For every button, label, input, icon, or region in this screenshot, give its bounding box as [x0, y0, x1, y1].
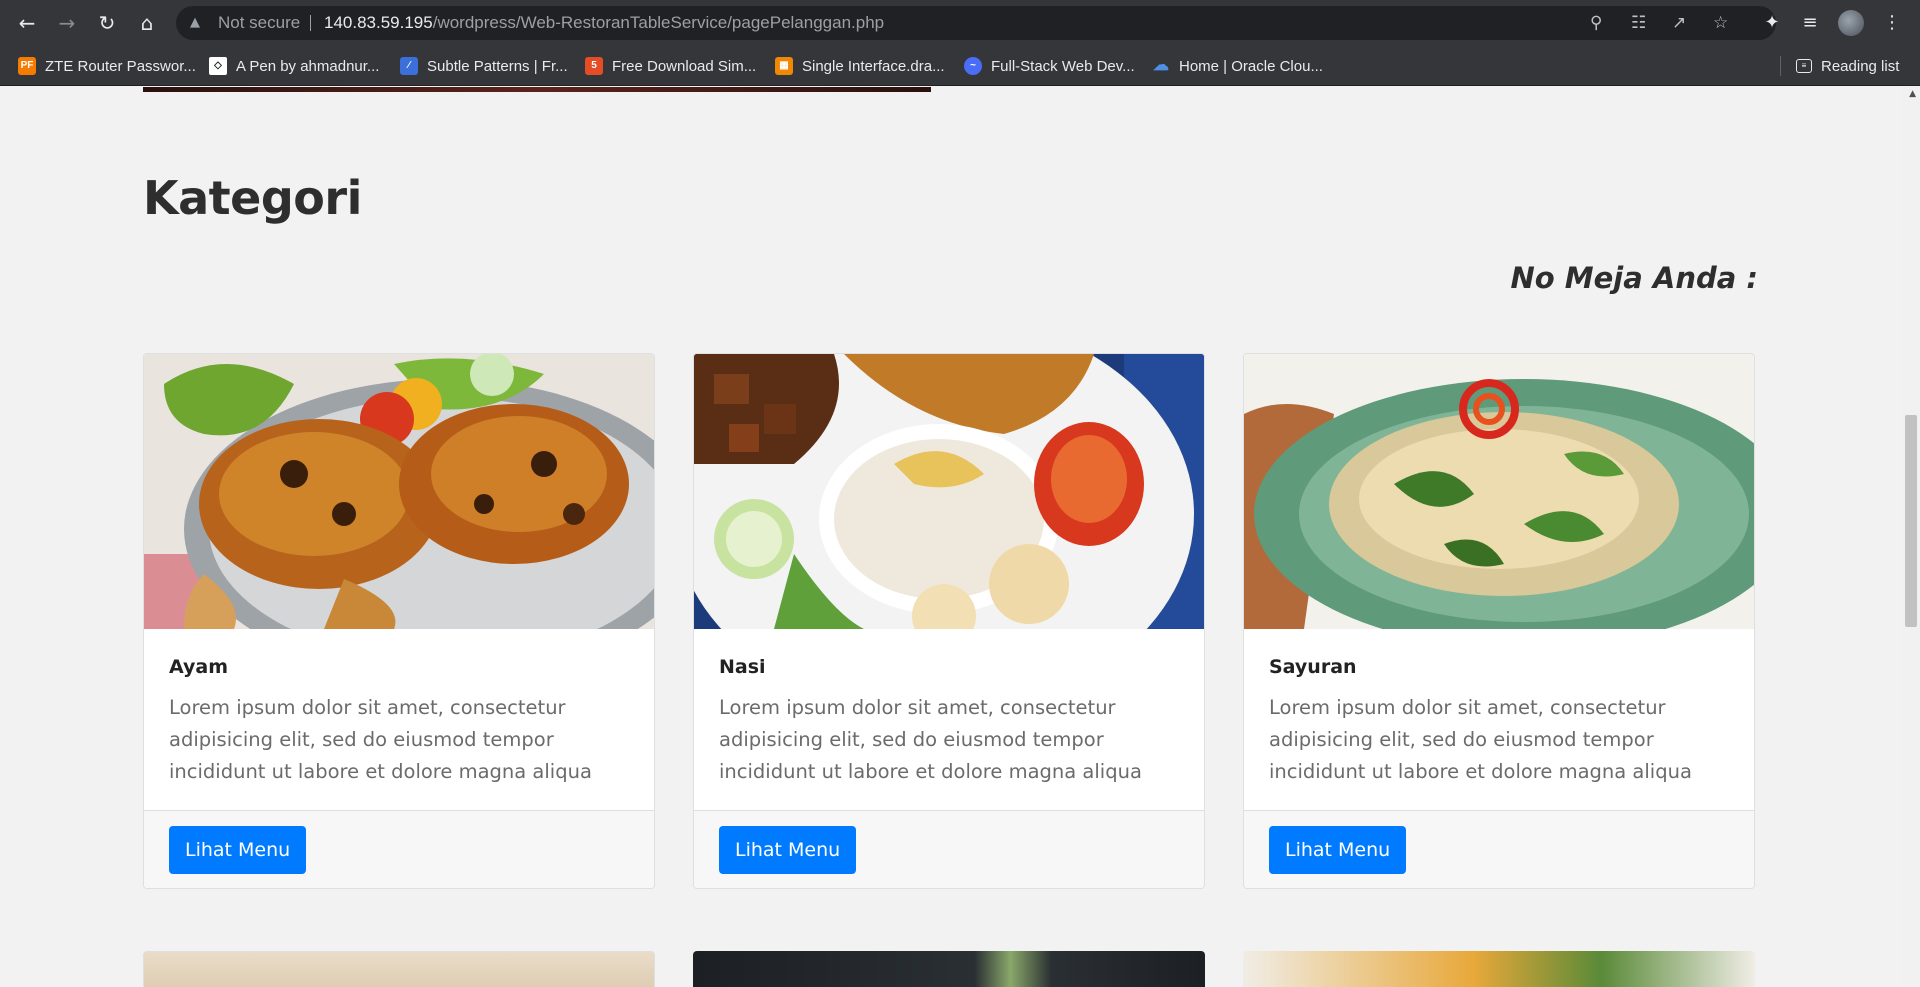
rice-dish-image: [694, 354, 1204, 629]
media-control-icon[interactable]: ≡: [1796, 9, 1824, 37]
card-title: Sayuran: [1269, 656, 1357, 678]
share-icon[interactable]: ↗: [1672, 6, 1686, 40]
profile-avatar[interactable]: [1838, 10, 1864, 36]
card-footer: Lihat Menu: [1244, 810, 1754, 888]
bookmarks-divider: [1780, 56, 1781, 76]
reading-list-label: Reading list: [1821, 57, 1900, 75]
forward-icon[interactable]: →: [53, 9, 81, 37]
bookmark-item[interactable]: ~ Full-Stack Web Dev...: [964, 46, 1135, 86]
extensions-icon[interactable]: ✦: [1758, 9, 1786, 37]
translate-icon[interactable]: ☷: [1631, 6, 1646, 40]
address-divider: [310, 15, 311, 31]
vegetable-salad-image: [1244, 354, 1754, 629]
bookmark-label: ZTE Router Passwor...: [45, 57, 196, 75]
cloud-icon: ☁: [1153, 57, 1169, 74]
subtle-patterns-icon: ∕: [400, 57, 418, 75]
category-card-partial: [143, 951, 655, 987]
reading-list-button[interactable]: ≡ Reading list: [1796, 46, 1899, 86]
card-description: Lorem ipsum dolor sit amet, consectetur …: [169, 696, 592, 783]
browser-toolbar: ← → ↻ ⌂ ▲ Not secure 140.83.59.195/wordp…: [0, 0, 1920, 46]
reading-list-icon: ≡: [1796, 59, 1812, 73]
scroll-up-icon[interactable]: ▲: [1909, 89, 1916, 99]
category-card-ayam: Ayam Lorem ipsum dolor sit amet, consect…: [143, 353, 655, 889]
category-card-nasi: Nasi Lorem ipsum dolor sit amet, consect…: [693, 353, 1205, 889]
grilled-chicken-image: [144, 354, 654, 629]
category-card-sayuran: Sayuran Lorem ipsum dolor sit amet, cons…: [1243, 353, 1755, 889]
bookmarks-bar: PF ZTE Router Passwor... ◇ A Pen by ahma…: [0, 46, 1920, 86]
bookmark-item[interactable]: ∕ Subtle Patterns | Fr...: [400, 46, 568, 86]
category-card-partial: [1243, 951, 1755, 987]
more-menu-icon[interactable]: ⋮: [1878, 9, 1906, 37]
card-title: Nasi: [719, 656, 766, 678]
warning-icon[interactable]: ▲: [190, 6, 200, 40]
bookmark-star-icon[interactable]: ☆: [1713, 6, 1728, 40]
lihat-menu-button[interactable]: Lihat Menu: [719, 826, 857, 874]
bookmark-label: Full-Stack Web Dev...: [991, 57, 1135, 75]
hero-image-bottom: [143, 87, 931, 92]
lihat-menu-button[interactable]: Lihat Menu: [169, 826, 307, 874]
card-footer: Lihat Menu: [144, 810, 654, 888]
scrollbar-thumb[interactable]: [1905, 415, 1917, 627]
card-description: Lorem ipsum dolor sit amet, consectetur …: [1269, 696, 1692, 783]
lihat-menu-button[interactable]: Lihat Menu: [1269, 826, 1407, 874]
codepen-icon: ◇: [209, 57, 227, 75]
url-host: 140.83.59.195: [324, 13, 433, 32]
fullstack-icon: ~: [964, 57, 982, 75]
card-footer: Lihat Menu: [694, 810, 1204, 888]
security-status[interactable]: Not secure: [218, 6, 300, 40]
home-icon[interactable]: ⌂: [133, 9, 161, 37]
bookmark-item[interactable]: ◇ A Pen by ahmadnur...: [209, 46, 379, 86]
table-number-label: No Meja Anda :: [1510, 261, 1758, 295]
url-path: /wordpress/Web-RestoranTableService/page…: [432, 13, 885, 32]
bookmark-label: Free Download Sim...: [612, 57, 757, 75]
card-description: Lorem ipsum dolor sit amet, consectetur …: [719, 696, 1142, 783]
bookmark-item[interactable]: ☁ Home | Oracle Clou...: [1152, 46, 1323, 86]
section-title: Kategori: [143, 171, 362, 225]
reload-icon[interactable]: ↻: [93, 9, 121, 37]
key-icon[interactable]: ⚲: [1590, 6, 1602, 40]
bookmark-item[interactable]: ▦ Single Interface.dra...: [775, 46, 945, 86]
html5-icon: 5: [585, 57, 603, 75]
bookmark-label: A Pen by ahmadnur...: [236, 57, 380, 75]
bookmark-item[interactable]: PF ZTE Router Passwor...: [18, 46, 196, 86]
bookmark-favicon: PF: [18, 57, 36, 75]
category-card-partial: [693, 951, 1205, 987]
bookmark-label: Single Interface.dra...: [802, 57, 945, 75]
back-icon[interactable]: ←: [13, 9, 41, 37]
drawio-icon: ▦: [775, 57, 793, 75]
bookmark-label: Home | Oracle Clou...: [1179, 57, 1323, 75]
url-text[interactable]: 140.83.59.195/wordpress/Web-RestoranTabl…: [324, 6, 884, 40]
bookmark-label: Subtle Patterns | Fr...: [427, 57, 568, 75]
bookmark-item[interactable]: 5 Free Download Sim...: [585, 46, 756, 86]
card-title: Ayam: [169, 656, 229, 678]
address-bar[interactable]: ▲ Not secure 140.83.59.195/wordpress/Web…: [176, 6, 1776, 40]
page-content: Kategori No Meja Anda : Ayam Lorem ipsum…: [0, 87, 1920, 987]
